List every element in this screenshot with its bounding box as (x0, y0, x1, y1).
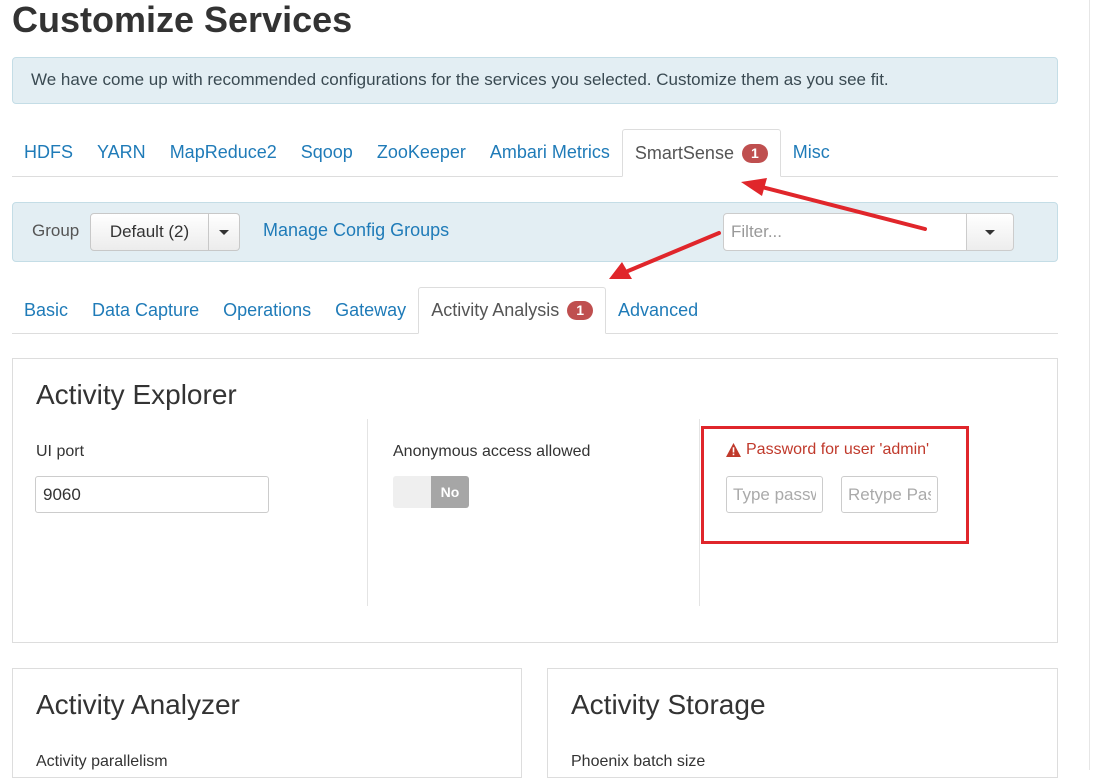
tab-mapreduce2[interactable]: MapReduce2 (158, 129, 289, 176)
tab-label: SmartSense (634, 142, 734, 163)
tab-yarn[interactable]: YARN (85, 129, 158, 176)
chevron-down-icon (219, 229, 229, 235)
page-right-border (1089, 0, 1090, 770)
activity-storage-panel: Activity Storage Phoenix batch size (547, 668, 1058, 778)
activity-parallelism-label: Activity parallelism (36, 753, 168, 770)
toggle-state: No (431, 476, 469, 508)
tab-activity-analysis[interactable]: Activity Analysis 1 (418, 287, 607, 334)
info-alert: We have come up with recommended configu… (12, 57, 1058, 104)
tab-misc[interactable]: Misc (781, 129, 842, 176)
tab-hdfs[interactable]: HDFS (12, 129, 85, 176)
group-label: Group (32, 221, 80, 240)
tab-ambari-metrics[interactable]: Ambari Metrics (478, 129, 622, 176)
manage-config-groups-link[interactable]: Manage Config Groups (263, 220, 449, 241)
group-select[interactable]: Default (2) (90, 213, 240, 251)
issue-count-badge: 1 (741, 143, 768, 163)
tab-label: Basic (24, 299, 69, 320)
tab-sqoop[interactable]: Sqoop (289, 129, 365, 176)
ui-port-label: UI port (36, 443, 85, 460)
tab-label: Data Capture (92, 299, 200, 320)
config-section-tabs: Basic Data Capture Operations Gateway Ac… (12, 287, 1058, 334)
page-title: Customize Services (12, 0, 353, 40)
filter-dropdown-toggle[interactable] (967, 213, 1014, 251)
panel-title: Activity Explorer (36, 379, 237, 410)
tab-zookeeper[interactable]: ZooKeeper (365, 129, 478, 176)
panel-title: Activity Analyzer (36, 689, 240, 720)
tab-operations[interactable]: Operations (211, 287, 323, 333)
group-select-value[interactable]: Default (2) (90, 213, 209, 251)
tab-label: Gateway (335, 299, 407, 320)
annotation-highlight-box (701, 426, 969, 544)
config-group-bar: Group Default (2) Manage Config Groups (12, 202, 1058, 262)
tab-label: Sqoop (300, 142, 353, 162)
phoenix-batch-size-label: Phoenix batch size (571, 753, 706, 770)
anonymous-access-toggle[interactable]: No (393, 476, 469, 508)
tab-label: Misc (792, 142, 830, 162)
tab-gateway[interactable]: Gateway (323, 287, 418, 333)
tab-data-capture[interactable]: Data Capture (80, 287, 211, 333)
issue-count-badge: 1 (567, 301, 594, 320)
column-divider (699, 419, 700, 606)
tab-label: ZooKeeper (376, 142, 466, 162)
chevron-down-icon (985, 229, 995, 235)
group-dropdown-toggle[interactable] (209, 213, 240, 251)
toggle-off-track (393, 476, 431, 508)
tab-smartsense[interactable]: SmartSense 1 (621, 129, 781, 177)
tab-basic[interactable]: Basic (12, 287, 80, 333)
column-divider (367, 419, 368, 606)
filter-input[interactable] (723, 213, 967, 251)
anonymous-access-label: Anonymous access allowed (393, 443, 591, 460)
tab-label: YARN (97, 142, 146, 162)
tab-label: HDFS (24, 142, 73, 162)
tab-label: MapReduce2 (169, 142, 277, 162)
tab-label: Ambari Metrics (489, 142, 610, 162)
tab-label: Activity Analysis (431, 300, 560, 320)
ui-port-input[interactable] (35, 476, 269, 513)
filter-control (723, 213, 1014, 251)
activity-analyzer-panel: Activity Analyzer Activity parallelism (12, 668, 522, 778)
tab-label: Advanced (618, 299, 699, 320)
panel-title: Activity Storage (571, 689, 766, 720)
tab-advanced[interactable]: Advanced (606, 287, 710, 333)
tab-label: Operations (223, 299, 312, 320)
service-tabs: HDFS YARN MapReduce2 Sqoop ZooKeeper Amb… (12, 129, 1058, 177)
